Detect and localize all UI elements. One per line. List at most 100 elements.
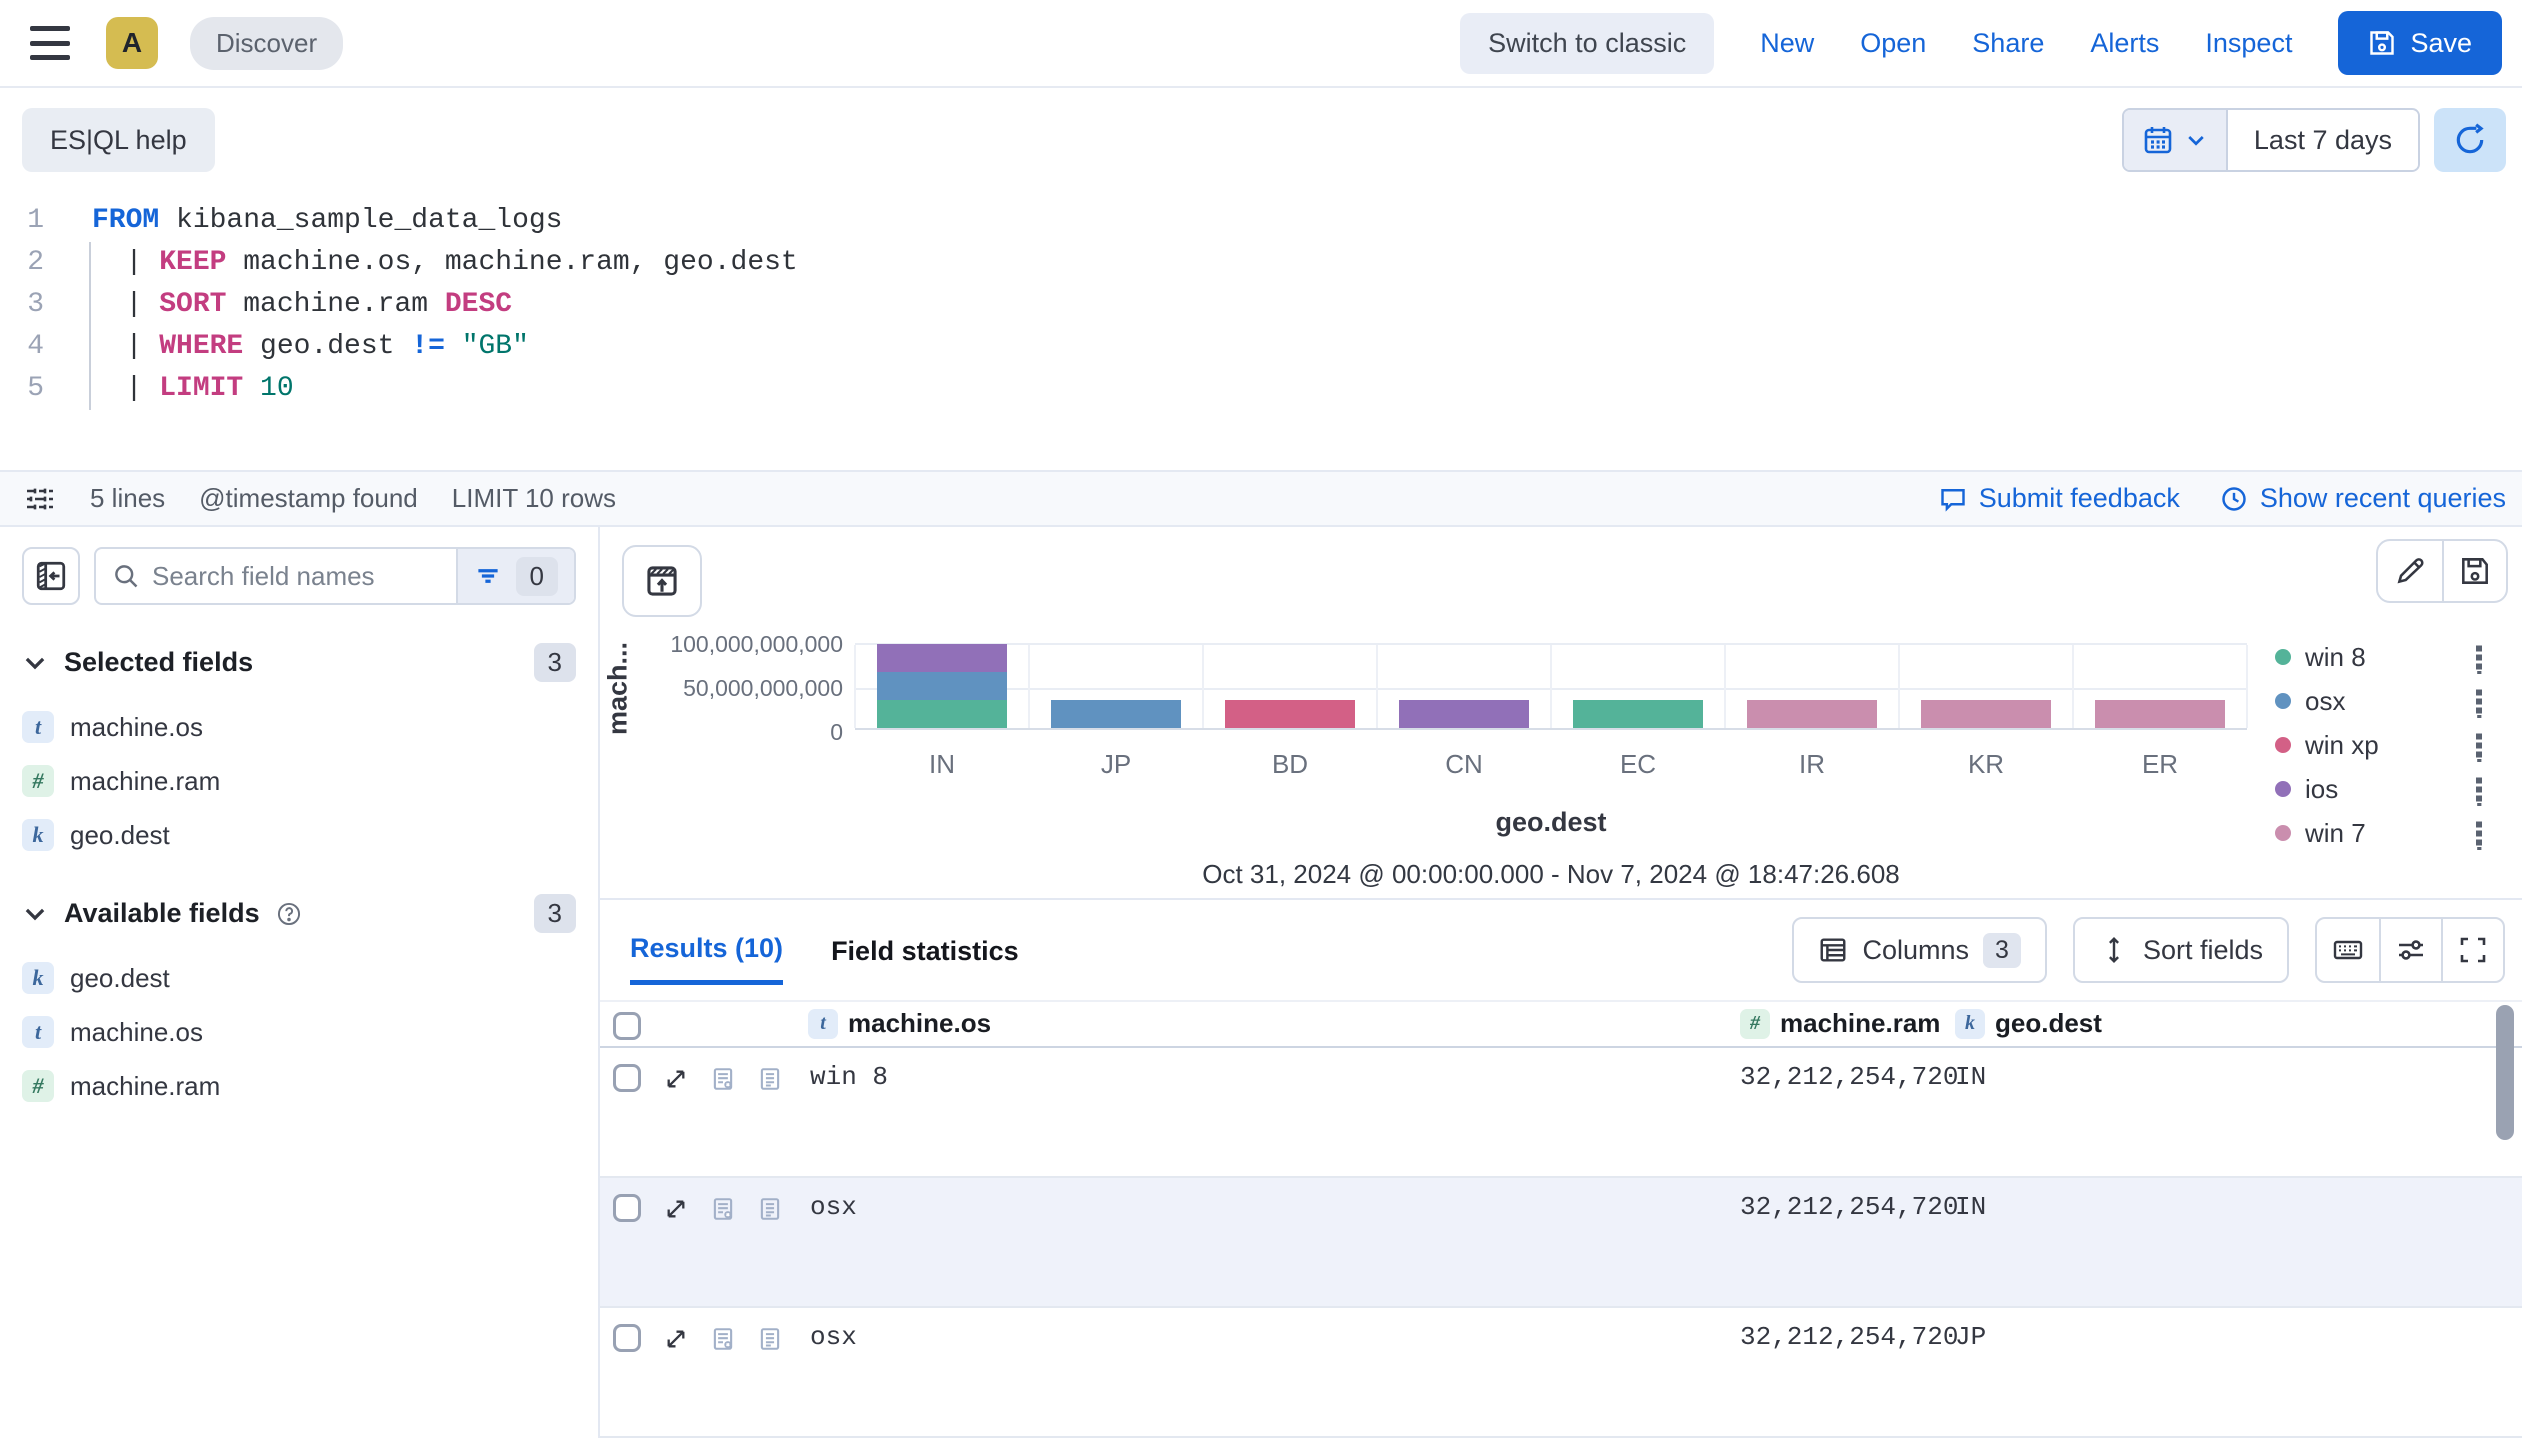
- column-header-machine-ram[interactable]: # machine.ram: [1740, 1008, 1940, 1039]
- bar-segment-win-7-IR[interactable]: [1747, 700, 1877, 728]
- line-number: 2: [0, 242, 60, 284]
- bar-segment-ios-CN[interactable]: [1399, 700, 1529, 728]
- sort-icon: [2099, 935, 2129, 965]
- table-row[interactable]: osx32,212,254,720IN: [600, 1178, 2522, 1308]
- new-button[interactable]: New: [1760, 28, 1814, 59]
- switch-to-classic-button[interactable]: Switch to classic: [1460, 13, 1714, 74]
- save-button[interactable]: Save: [2338, 11, 2502, 75]
- field-filter-button[interactable]: 0: [456, 549, 574, 603]
- sort-fields-button[interactable]: Sort fields: [2073, 917, 2289, 983]
- gridline: [1202, 645, 1204, 728]
- alerts-button[interactable]: Alerts: [2090, 28, 2159, 59]
- doc-viewer-icon[interactable]: [757, 1326, 783, 1352]
- code-line[interactable]: 1FROM kibana_sample_data_logs: [0, 200, 2522, 242]
- select-all-checkbox[interactable]: [613, 1012, 641, 1040]
- keyboard-shortcuts-button[interactable]: [2317, 919, 2379, 981]
- selected-fields-list: tmachine.os#machine.ramkgeo.dest: [22, 700, 576, 862]
- field-name: machine.os: [70, 712, 203, 743]
- date-picker-quick-menu[interactable]: [2124, 110, 2226, 170]
- menu-icon[interactable]: [30, 26, 70, 60]
- field-search[interactable]: 0: [94, 547, 576, 605]
- code-line[interactable]: 4 | WHERE geo.dest != "GB": [0, 326, 2522, 368]
- bar-segment-win-8-IN[interactable]: [877, 700, 1007, 728]
- expand-row-icon[interactable]: [663, 1066, 689, 1092]
- available-fields-header[interactable]: Available fields 3: [22, 894, 576, 933]
- legend-item-win-8[interactable]: win 8: [2275, 635, 2485, 679]
- open-button[interactable]: Open: [1860, 28, 1926, 59]
- legend-item-ios[interactable]: ios: [2275, 767, 2485, 811]
- table-row[interactable]: osx32,212,254,720JP: [600, 1308, 2522, 1438]
- hide-chart-button[interactable]: [622, 545, 702, 617]
- display-options-button[interactable]: [2379, 919, 2441, 981]
- inspect-button[interactable]: Inspect: [2205, 28, 2292, 59]
- field-item-machine.os[interactable]: tmachine.os: [22, 1005, 576, 1059]
- field-item-machine.ram[interactable]: #machine.ram: [22, 754, 576, 808]
- column-header-machine-os[interactable]: t machine.os: [808, 1008, 991, 1039]
- share-button[interactable]: Share: [1972, 28, 2044, 59]
- legend-actions-icon[interactable]: [2473, 732, 2485, 762]
- indent-guide: [89, 242, 91, 410]
- column-header-geo-dest[interactable]: k geo.dest: [1955, 1008, 2102, 1039]
- field-item-machine.ram[interactable]: #machine.ram: [22, 1059, 576, 1113]
- expand-row-icon[interactable]: [663, 1326, 689, 1352]
- legend-item-osx[interactable]: osx: [2275, 679, 2485, 723]
- degraded-doc-icon[interactable]: [710, 1196, 736, 1222]
- field-item-machine.os[interactable]: tmachine.os: [22, 700, 576, 754]
- row-checkbox[interactable]: [613, 1324, 641, 1352]
- table-row[interactable]: win 832,212,254,720IN: [600, 1048, 2522, 1178]
- legend-item-win-xp[interactable]: win xp: [2275, 723, 2485, 767]
- field-name: geo.dest: [70, 963, 170, 994]
- gridline: [2072, 645, 2074, 728]
- submit-feedback-link[interactable]: Submit feedback: [1939, 483, 2180, 514]
- legend-item-win-7[interactable]: win 7: [2275, 811, 2485, 855]
- edit-visualization-button[interactable]: [2378, 541, 2442, 601]
- editor-settings-icon[interactable]: [24, 483, 56, 515]
- legend-actions-icon[interactable]: [2473, 688, 2485, 718]
- bar-segment-ios-IN[interactable]: [877, 644, 1007, 672]
- time-range-value[interactable]: Last 7 days: [2226, 110, 2418, 170]
- legend-label: win 7: [2305, 818, 2366, 849]
- row-checkbox[interactable]: [613, 1194, 641, 1222]
- bar-segment-osx-IN[interactable]: [877, 672, 1007, 700]
- show-recent-queries-link[interactable]: Show recent queries: [2220, 483, 2506, 514]
- degraded-doc-icon[interactable]: [710, 1326, 736, 1352]
- field-item-geo.dest[interactable]: kgeo.dest: [22, 808, 576, 862]
- code-line[interactable]: 3 | SORT machine.ram DESC: [0, 284, 2522, 326]
- bar-segment-win-7-KR[interactable]: [1921, 700, 2051, 728]
- legend-actions-icon[interactable]: [2473, 776, 2485, 806]
- date-picker[interactable]: Last 7 days: [2122, 108, 2420, 172]
- vertical-scrollbar[interactable]: [2496, 1005, 2514, 1140]
- query-code-editor[interactable]: 1FROM kibana_sample_data_logs2 | KEEP ma…: [0, 200, 2522, 410]
- space-avatar[interactable]: A: [106, 17, 158, 69]
- degraded-doc-icon[interactable]: [710, 1066, 736, 1092]
- row-checkbox[interactable]: [613, 1064, 641, 1092]
- fullscreen-button[interactable]: [2441, 919, 2503, 981]
- doc-viewer-icon[interactable]: [757, 1066, 783, 1092]
- bar-chart-plot[interactable]: [855, 643, 2247, 730]
- esql-help-button[interactable]: ES|QL help: [22, 108, 215, 172]
- bar-segment-osx-JP[interactable]: [1051, 700, 1181, 728]
- columns-button[interactable]: Columns 3: [1792, 917, 2046, 983]
- field-item-geo.dest[interactable]: kgeo.dest: [22, 951, 576, 1005]
- save-visualization-button[interactable]: [2442, 541, 2506, 601]
- collapse-sidebar-button[interactable]: [22, 547, 80, 605]
- timestamp-status: @timestamp found: [199, 483, 418, 514]
- legend-color-dot: [2275, 737, 2291, 753]
- tab-results[interactable]: Results (10): [630, 933, 783, 985]
- bar-segment-win-xp-BD[interactable]: [1225, 700, 1355, 728]
- bar-segment-win-7-ER[interactable]: [2095, 700, 2225, 728]
- selected-fields-header[interactable]: Selected fields 3: [22, 643, 576, 682]
- refresh-button[interactable]: [2434, 108, 2506, 172]
- legend-actions-icon[interactable]: [2473, 820, 2485, 850]
- expand-row-icon[interactable]: [663, 1196, 689, 1222]
- legend-actions-icon[interactable]: [2473, 644, 2485, 674]
- help-icon[interactable]: [276, 901, 302, 927]
- doc-viewer-icon[interactable]: [757, 1196, 783, 1222]
- breadcrumb[interactable]: Discover: [190, 17, 343, 70]
- search-input[interactable]: [140, 549, 456, 603]
- field-type-icon: t: [22, 1016, 54, 1048]
- code-line[interactable]: 5 | LIMIT 10: [0, 368, 2522, 410]
- code-line[interactable]: 2 | KEEP machine.os, machine.ram, geo.de…: [0, 242, 2522, 284]
- tab-field-statistics[interactable]: Field statistics: [831, 936, 1019, 983]
- bar-segment-win-8-EC[interactable]: [1573, 700, 1703, 728]
